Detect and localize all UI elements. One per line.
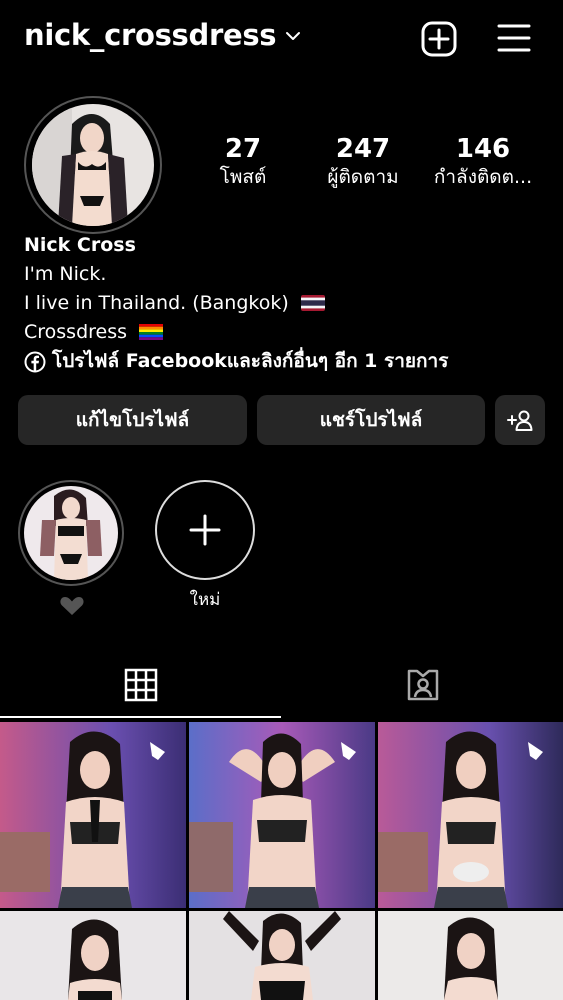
bio-line-2: I live in Thailand. (Bangkok) bbox=[24, 289, 325, 318]
discover-people-button[interactable] bbox=[495, 395, 545, 445]
stat-following[interactable]: 146 กำลังติดต... bbox=[413, 134, 553, 190]
thailand-flag-icon bbox=[300, 295, 325, 311]
followers-count: 247 bbox=[335, 134, 391, 164]
tagged-person-icon bbox=[407, 669, 438, 701]
bio-line-3-text: Crossdress bbox=[24, 321, 128, 343]
heart-icon bbox=[60, 597, 84, 615]
share-profile-button[interactable]: แชร์โปรไฟล์ bbox=[257, 395, 485, 445]
active-tab-indicator bbox=[0, 716, 281, 718]
new-highlight-button[interactable] bbox=[155, 480, 255, 580]
bio-links-text: โปรไฟล์ Facebookและลิงก์อื่นๆ อีก 1 รายก… bbox=[52, 350, 449, 372]
tab-posts-grid[interactable] bbox=[0, 652, 281, 718]
plus-icon bbox=[189, 514, 221, 546]
hamburger-menu-icon[interactable] bbox=[496, 20, 532, 56]
chevron-down-icon[interactable] bbox=[284, 27, 302, 45]
post-thumbnail[interactable] bbox=[0, 722, 186, 908]
bio-line-2-text: I live in Thailand. (Bangkok) bbox=[24, 292, 289, 314]
following-count: 146 bbox=[455, 134, 511, 164]
stat-followers[interactable]: 247 ผู้ติดตาม bbox=[293, 134, 433, 190]
post-thumbnail[interactable] bbox=[0, 911, 186, 1000]
highlight-cover[interactable] bbox=[24, 486, 118, 580]
posts-count: 27 bbox=[224, 134, 262, 164]
username-title[interactable]: nick_crossdress bbox=[24, 18, 277, 52]
post-thumbnail[interactable] bbox=[189, 722, 375, 908]
followers-label: ผู้ติดตาม bbox=[327, 166, 399, 188]
facebook-icon bbox=[24, 351, 46, 372]
post-thumbnail[interactable] bbox=[189, 911, 375, 1000]
following-label: กำลังติดต... bbox=[433, 166, 533, 188]
post-thumbnail[interactable] bbox=[378, 722, 563, 908]
new-highlight-label: ใหม่ bbox=[189, 590, 221, 610]
rainbow-flag-icon bbox=[139, 324, 164, 340]
bio-line-3: Crossdress bbox=[24, 318, 164, 347]
post-thumbnail[interactable] bbox=[378, 911, 563, 1000]
add-person-icon bbox=[507, 410, 533, 431]
new-post-icon[interactable] bbox=[420, 20, 458, 58]
display-name: Nick Cross bbox=[24, 234, 136, 256]
tab-tagged[interactable] bbox=[282, 652, 563, 718]
bio-line-1: I'm Nick. bbox=[24, 263, 107, 285]
bio-links[interactable]: โปรไฟล์ Facebookและลิงก์อื่นๆ อีก 1 รายก… bbox=[24, 347, 448, 376]
posts-label: โพสต์ bbox=[219, 166, 267, 188]
stat-posts[interactable]: 27 โพสต์ bbox=[173, 134, 313, 190]
edit-profile-button[interactable]: แก้ไขโปรไฟล์ bbox=[18, 395, 247, 445]
avatar[interactable] bbox=[32, 104, 154, 226]
grid-icon bbox=[124, 668, 157, 702]
